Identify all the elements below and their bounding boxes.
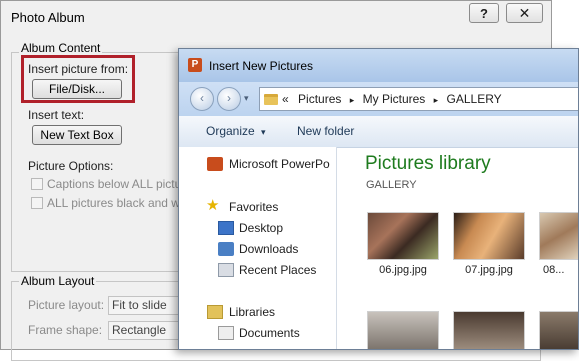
new-text-box-button[interactable]: New Text Box: [32, 125, 122, 145]
picture-options-label: Picture Options:: [28, 159, 114, 173]
recent-pages-dropdown-icon[interactable]: ▾: [244, 93, 249, 104]
address-row: ‹ › ▾ « Pictures ▸ My Pictures ▸ GALLERY: [179, 82, 578, 116]
forward-button[interactable]: ›: [217, 87, 241, 111]
dialog-title: Photo Album: [11, 10, 85, 25]
nav-item-downloads[interactable]: Downloads: [239, 242, 298, 256]
help-button[interactable]: ?: [469, 3, 499, 23]
breadcrumb-item-gallery[interactable]: GALLERY: [447, 92, 502, 106]
photo-thumbnail[interactable]: [453, 311, 525, 349]
new-folder-button[interactable]: New folder: [297, 124, 354, 138]
nav-item-libraries[interactable]: Libraries: [229, 305, 275, 319]
thumbnail-caption: 08...: [543, 264, 565, 276]
black-white-label: ALL pictures black and white: [47, 196, 200, 210]
breadcrumb-item-pictures[interactable]: Pictures: [298, 92, 341, 106]
photo-thumbnail: [539, 212, 578, 260]
insert-text-label: Insert text:: [28, 108, 85, 122]
organize-label: Organize: [206, 124, 255, 138]
picture-layout-select[interactable]: Fit to slide: [108, 296, 188, 315]
back-button[interactable]: ‹: [190, 87, 214, 111]
star-icon: ★: [206, 197, 220, 214]
photo-thumbnail[interactable]: [367, 311, 439, 349]
photo-thumbnail: [453, 212, 525, 260]
documents-icon: [218, 326, 234, 340]
library-subtitle: GALLERY: [366, 179, 417, 191]
nav-item-powerpoint[interactable]: Microsoft PowerPo: [229, 157, 330, 171]
close-button[interactable]: ✕: [506, 3, 543, 23]
breadcrumb-separator-icon[interactable]: ▸: [350, 95, 355, 105]
navigation-pane: Microsoft PowerPo ★ Favorites Desktop Do…: [179, 147, 337, 349]
breadcrumb-separator-icon[interactable]: ▸: [434, 95, 439, 105]
powerpoint-icon: [207, 157, 223, 171]
library-title: Pictures library: [365, 153, 491, 174]
thumbnail-item[interactable]: 08...: [539, 212, 578, 276]
captions-checkbox[interactable]: [31, 178, 43, 190]
black-white-checkbox[interactable]: [31, 197, 43, 209]
chevron-down-icon: ▾: [261, 127, 266, 137]
captions-label: Captions below ALL pictures: [47, 177, 198, 191]
photo-thumbnail: [367, 212, 439, 260]
nav-item-recent-places[interactable]: Recent Places: [239, 263, 316, 277]
breadcrumb-item-my-pictures[interactable]: My Pictures: [363, 92, 426, 106]
frame-shape-select[interactable]: Rectangle: [108, 321, 188, 340]
photo-thumbnail[interactable]: [539, 311, 578, 349]
thumbnail-item[interactable]: 06.jpg.jpg: [367, 212, 439, 276]
nav-item-desktop[interactable]: Desktop: [239, 221, 283, 235]
dialog-title: Insert New Pictures: [209, 59, 314, 73]
libraries-icon: [207, 305, 223, 319]
downloads-icon: [218, 242, 234, 256]
folder-icon: [264, 94, 278, 105]
nav-item-favorites[interactable]: Favorites: [229, 200, 278, 214]
address-bar[interactable]: « Pictures ▸ My Pictures ▸ GALLERY: [259, 87, 578, 111]
breadcrumb-overflow-icon[interactable]: «: [282, 92, 289, 106]
album-layout-label: Album Layout: [19, 274, 97, 288]
recent-places-icon: [218, 263, 234, 277]
highlight-box: [21, 55, 135, 103]
frame-shape-label: Frame shape:: [28, 323, 103, 337]
thumbnail-item[interactable]: 07.jpg.jpg: [453, 212, 525, 276]
breadcrumb: « Pictures ▸ My Pictures ▸ GALLERY: [282, 92, 502, 106]
thumbnail-caption: 06.jpg.jpg: [379, 264, 427, 276]
command-toolbar: Organize ▾ New folder: [179, 116, 578, 148]
album-content-label: Album Content: [19, 41, 103, 55]
organize-button[interactable]: Organize ▾: [206, 124, 266, 138]
picture-layout-label: Picture layout:: [28, 298, 105, 312]
desktop-icon: [218, 221, 234, 235]
nav-item-documents[interactable]: Documents: [239, 326, 300, 340]
thumbnail-caption: 07.jpg.jpg: [465, 264, 513, 276]
insert-new-pictures-dialog: P Insert New Pictures ‹ › ▾ « Pictures ▸…: [178, 48, 579, 350]
powerpoint-icon: P: [188, 58, 202, 72]
